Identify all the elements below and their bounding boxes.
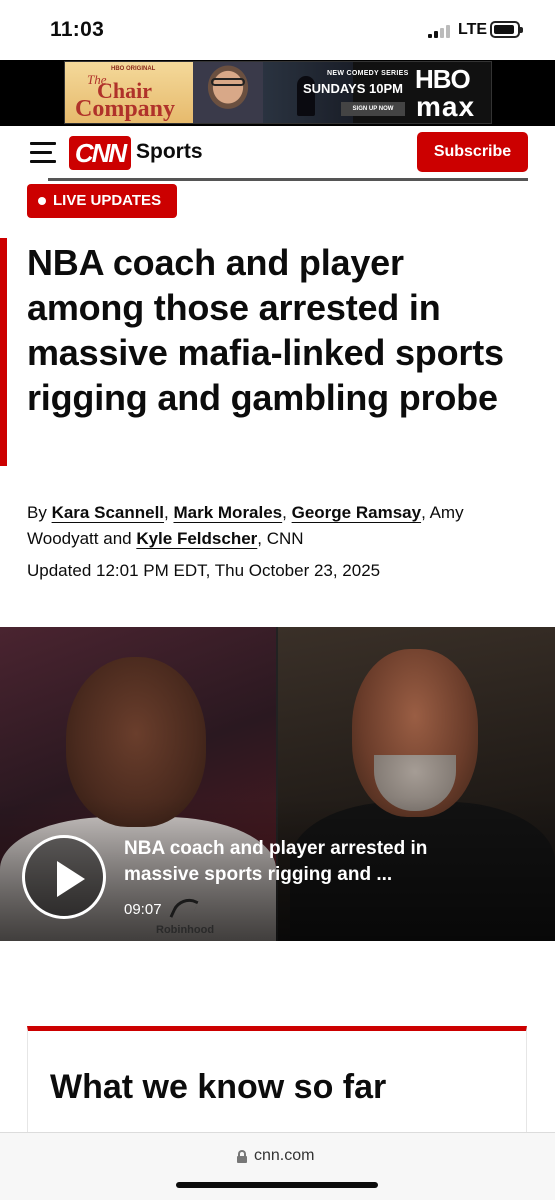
byline-suffix: CNN (266, 529, 304, 548)
play-icon[interactable] (22, 835, 106, 919)
article-headline: NBA coach and player among those arreste… (27, 242, 504, 418)
section-name[interactable]: Sports (136, 140, 203, 164)
subscribe-button[interactable]: Subscribe (417, 132, 528, 172)
byline: By Kara Scannell, Mark Morales, George R… (27, 503, 464, 548)
status-time: 11:03 (50, 18, 105, 41)
menu-icon[interactable] (30, 142, 56, 164)
battery-icon (490, 21, 523, 38)
browser-address-bar[interactable] (0, 1132, 555, 1200)
signal-icon (428, 24, 454, 38)
ad-schedule: SUNDAYS 10PM (303, 81, 403, 96)
live-dot-icon (38, 197, 46, 205)
author-link[interactable]: Kyle Feldscher (136, 529, 257, 548)
ad-network-max: max (416, 91, 476, 122)
live-updates-badge: LIVE UPDATES (27, 184, 177, 218)
ad-brand-top: HBO ORIGINAL (111, 66, 156, 72)
byline-prefix: By (27, 503, 47, 522)
ad-signup-button[interactable]: SIGN UP NOW (341, 102, 405, 116)
header-divider (48, 178, 528, 181)
robinhood-feather-icon (169, 892, 199, 926)
headline-accent-bar (0, 238, 7, 466)
site-header: CNN Sports Subscribe (0, 126, 555, 184)
author-link[interactable]: Mark Morales (173, 503, 282, 522)
sponsor-name: Robinhood (156, 924, 215, 936)
what-we-know-title: What we know so far (50, 1068, 387, 1106)
network-type: LTE (458, 21, 488, 38)
cnn-logo[interactable]: CNN (69, 136, 131, 170)
ad-tagline: NEW COMEDY SERIES (327, 70, 409, 77)
author-link[interactable]: George Ramsay (292, 503, 421, 522)
status-bar: 11:03 LTE (0, 0, 555, 60)
author-link[interactable]: Kara Scannell (52, 503, 164, 522)
ad-actor-image (193, 62, 263, 123)
home-indicator[interactable] (176, 1182, 378, 1188)
hbo-max-ad[interactable]: HBO ORIGINAL The Chair Company NEW COMED… (64, 61, 492, 124)
ad-title-line3: Company (75, 96, 176, 122)
updated-timestamp: Updated 12:01 PM EDT, Thu October 23, 20… (27, 561, 381, 580)
lock-icon (237, 1150, 247, 1163)
video-sponsor: Robinhood (156, 892, 218, 936)
url-text[interactable]: cnn.com (254, 1147, 314, 1165)
video-title[interactable]: NBA coach and player arrested in massive… (124, 836, 504, 888)
live-updates-label: LIVE UPDATES (53, 192, 162, 209)
